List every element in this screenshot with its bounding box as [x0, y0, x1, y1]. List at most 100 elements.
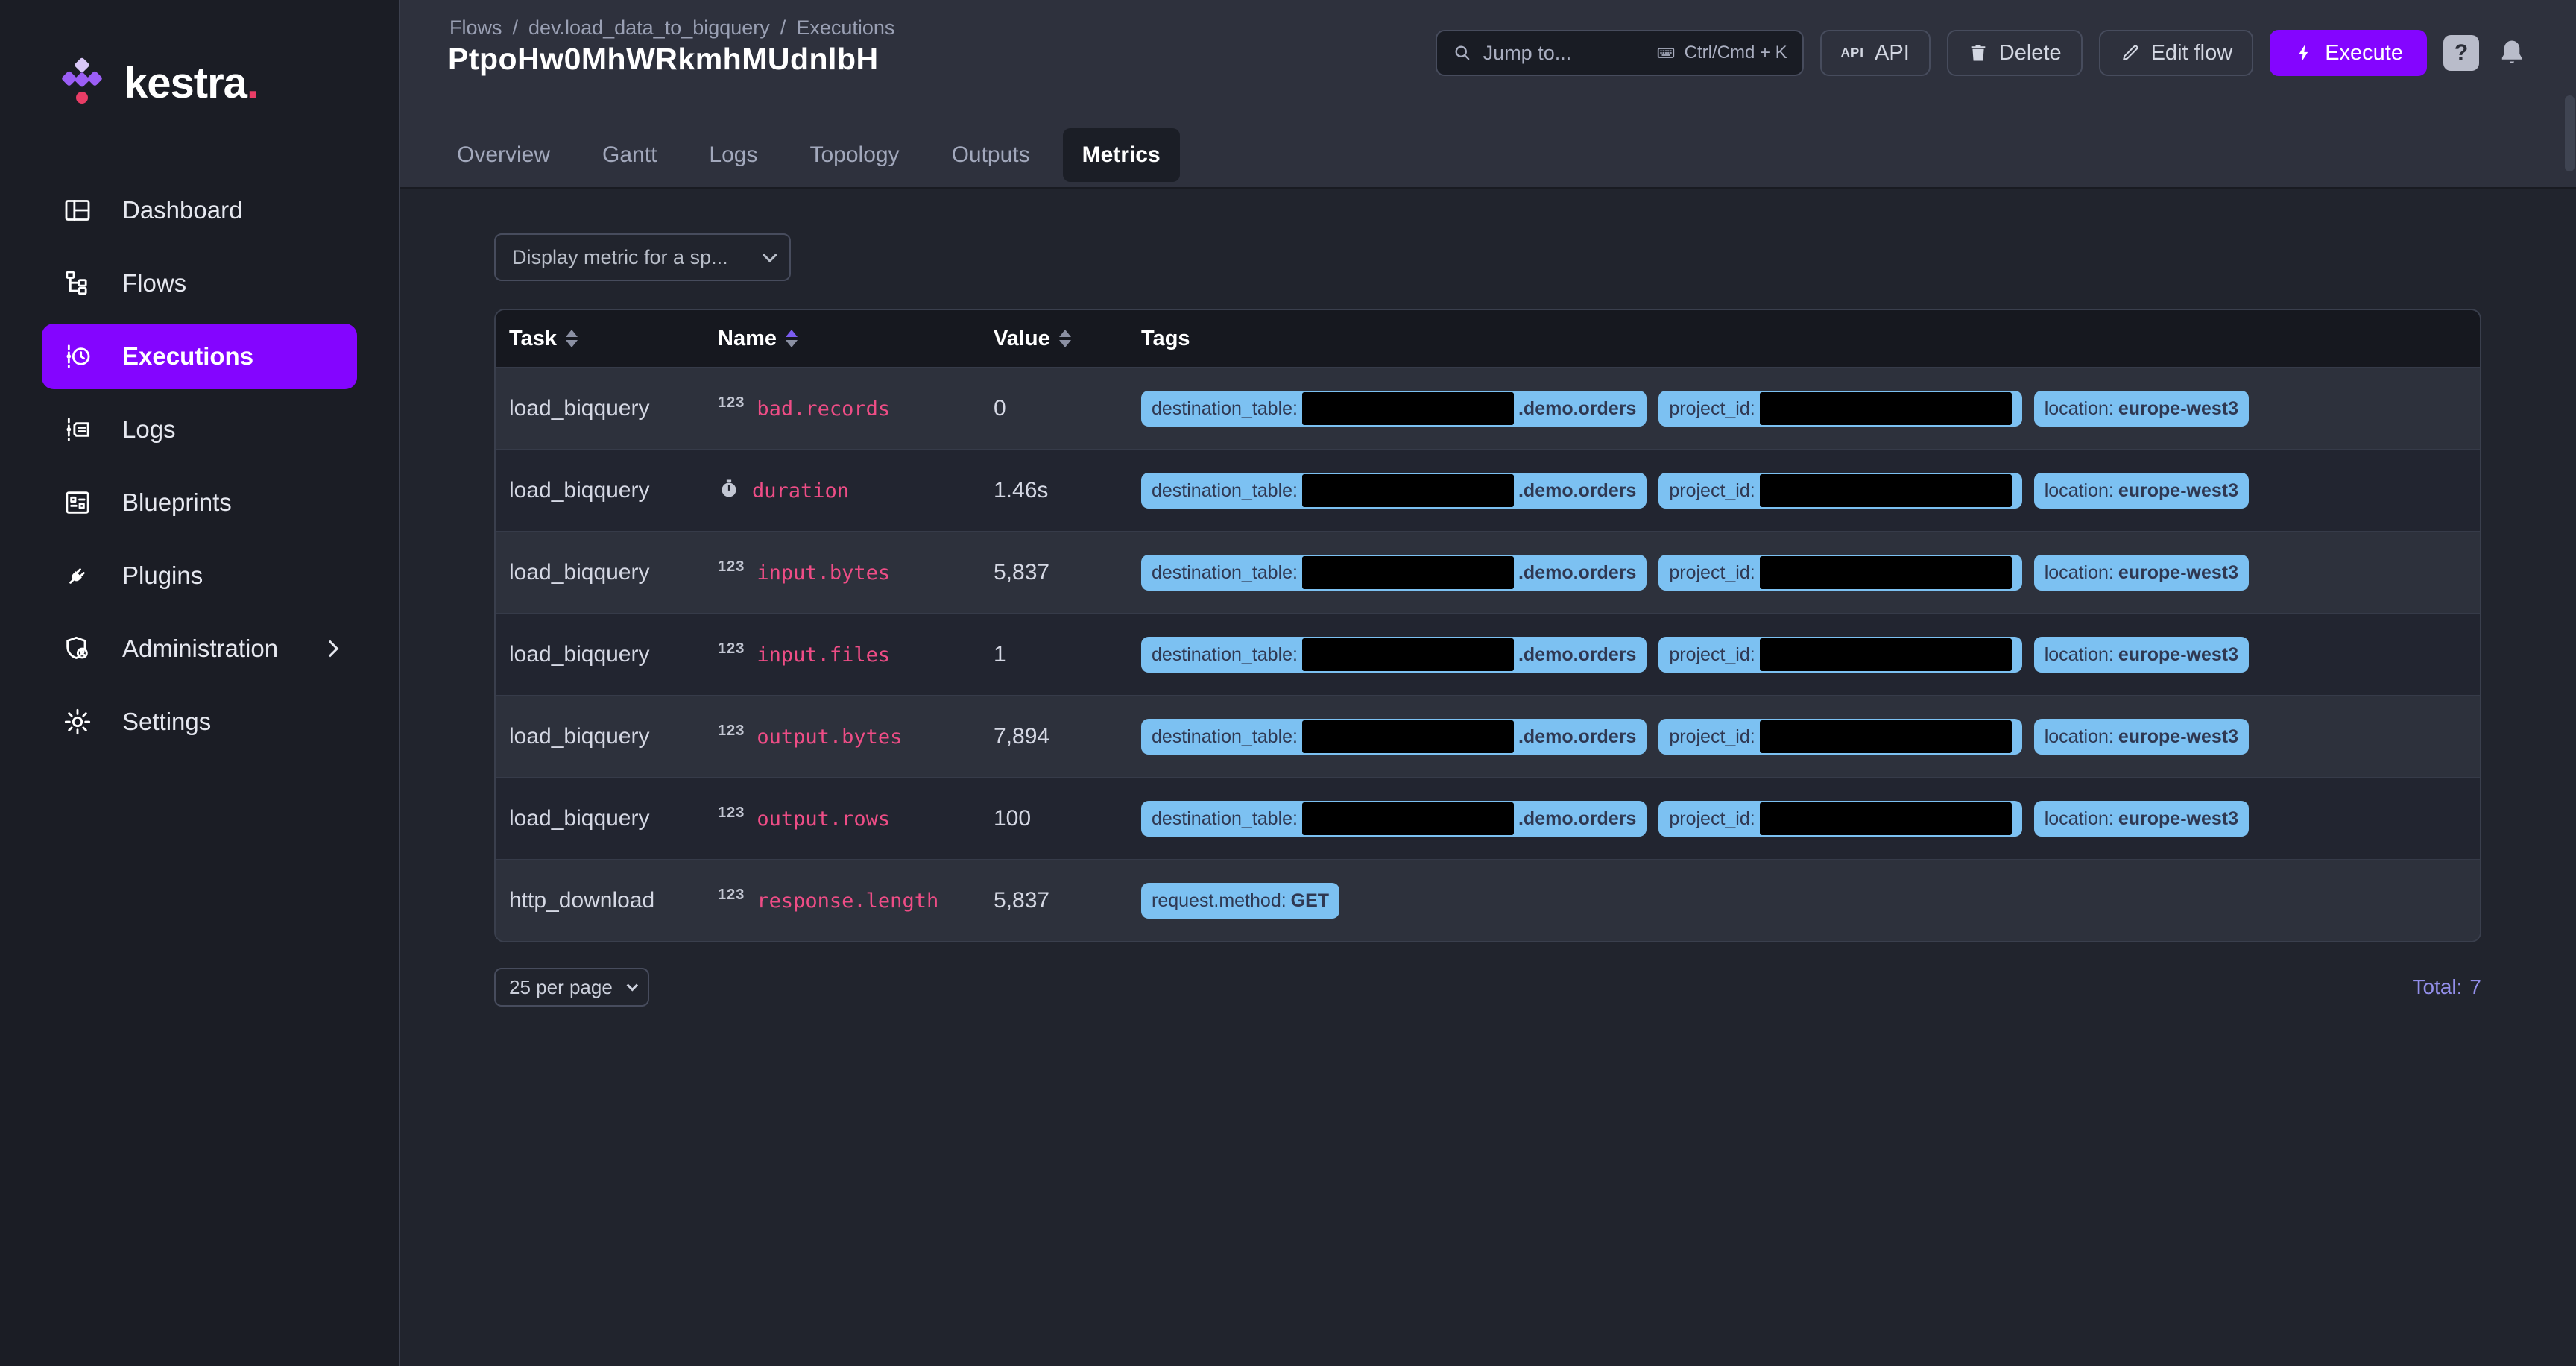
- logo-text: kestra.: [124, 58, 258, 108]
- table-row: load_biqquery 123 input.files 1 destinat…: [496, 613, 2480, 695]
- tag-location: location:europe-west3: [2034, 473, 2249, 509]
- api-button[interactable]: API API: [1820, 30, 1931, 76]
- notifications-button[interactable]: [2496, 37, 2528, 69]
- column-header-task[interactable]: Task: [496, 310, 704, 367]
- column-header-name[interactable]: Name: [704, 310, 980, 367]
- help-button[interactable]: ?: [2443, 35, 2479, 71]
- tag-destination-table: destination_table:.demo.orders: [1141, 473, 1647, 509]
- redaction-box: [1760, 474, 2012, 507]
- metric-value: 1: [994, 642, 1006, 667]
- sidebar-item-label: Plugins: [122, 561, 203, 590]
- metric-value: 5,837: [994, 888, 1049, 913]
- sort-icon: [1059, 330, 1071, 347]
- numeric-metric-icon: 123: [718, 394, 745, 412]
- metric-name: duration: [752, 479, 849, 503]
- sidebar-item-label: Administration: [122, 635, 278, 663]
- metric-value: 100: [994, 806, 1031, 831]
- breadcrumb-separator: /: [513, 16, 519, 40]
- column-header-tags: Tags: [1128, 310, 2480, 367]
- tab-topology[interactable]: Topology: [790, 128, 918, 182]
- plugins-icon: [63, 561, 92, 591]
- column-header-value[interactable]: Value: [980, 310, 1128, 367]
- chevron-down-icon: [627, 979, 639, 991]
- table-row: load_biqquery 123 output.bytes 7,894 des…: [496, 695, 2480, 777]
- table-row: load_biqquery 123 input.bytes 5,837 dest…: [496, 531, 2480, 613]
- chevron-right-icon: [322, 640, 339, 658]
- sidebar: kestra. Dashboard Flows: [0, 0, 400, 1366]
- logs-icon: [63, 415, 92, 444]
- total-count: Total:7: [2412, 975, 2481, 999]
- table-row: http_download 123 response.length 5,837 …: [496, 859, 2480, 941]
- tab-gantt[interactable]: Gantt: [583, 128, 676, 182]
- redaction-box: [1302, 802, 1514, 835]
- tab-overview[interactable]: Overview: [438, 128, 569, 182]
- timer-metric-icon: [718, 479, 740, 502]
- breadcrumb-flows[interactable]: Flows: [449, 16, 502, 40]
- tag-request-method: request.method:GET: [1141, 883, 1339, 919]
- task-id: load_biqquery: [509, 396, 649, 421]
- bell-icon: [2496, 37, 2528, 69]
- per-page-select[interactable]: 25 per page: [494, 968, 649, 1007]
- keyboard-icon: [1656, 43, 1676, 63]
- tag-location: location:europe-west3: [2034, 555, 2249, 591]
- task-id: http_download: [509, 888, 654, 913]
- breadcrumb-separator: /: [780, 16, 786, 40]
- breadcrumb-flow-id[interactable]: dev.load_data_to_bigquery: [528, 16, 770, 40]
- breadcrumb-executions[interactable]: Executions: [796, 16, 894, 40]
- tag-destination-table: destination_table:.demo.orders: [1141, 391, 1647, 427]
- sidebar-item-executions[interactable]: Executions: [42, 324, 357, 389]
- tag-location: location:europe-west3: [2034, 391, 2249, 427]
- sidebar-item-settings[interactable]: Settings: [42, 689, 357, 755]
- sidebar-nav: Dashboard Flows: [0, 177, 399, 755]
- tag-destination-table: destination_table:.demo.orders: [1141, 555, 1647, 591]
- execute-button[interactable]: Execute: [2270, 30, 2427, 76]
- tab-metrics[interactable]: Metrics: [1063, 128, 1180, 182]
- redaction-box: [1302, 720, 1514, 753]
- trash-icon: [1968, 43, 1989, 63]
- tag-project-id: project_id:: [1658, 473, 2021, 509]
- metrics-content: Display metric for a sp... Task Name: [400, 189, 2576, 1007]
- metric-name: output.rows: [757, 808, 890, 831]
- page-title: PtpoHw0MhWRkmhMUdnlbH: [448, 42, 879, 77]
- sidebar-item-label: Blueprints: [122, 488, 232, 517]
- numeric-metric-icon: 123: [718, 805, 745, 822]
- redaction-box: [1760, 556, 2012, 589]
- metric-filter-select[interactable]: Display metric for a sp...: [494, 233, 791, 281]
- sidebar-item-blueprints[interactable]: Blueprints: [42, 470, 357, 535]
- redaction-box: [1302, 638, 1514, 671]
- task-id: load_biqquery: [509, 724, 649, 749]
- edit-flow-button[interactable]: Edit flow: [2099, 30, 2254, 76]
- sidebar-item-dashboard[interactable]: Dashboard: [42, 177, 357, 243]
- sidebar-item-plugins[interactable]: Plugins: [42, 543, 357, 608]
- tab-outputs[interactable]: Outputs: [932, 128, 1049, 182]
- metrics-table: Task Name Value Tags: [494, 309, 2481, 942]
- numeric-metric-icon: 123: [718, 887, 745, 904]
- tab-logs[interactable]: Logs: [689, 128, 777, 182]
- sidebar-item-flows[interactable]: Flows: [42, 251, 357, 316]
- task-id: load_biqquery: [509, 560, 649, 585]
- table-row: load_biqquery 123 output.rows 100 destin…: [496, 777, 2480, 859]
- kestra-logo-icon: [58, 55, 106, 110]
- metric-name: input.bytes: [757, 561, 890, 585]
- table-header-row: Task Name Value Tags: [496, 310, 2480, 367]
- table-row: load_biqquery 123 bad.records 0 destinat…: [496, 367, 2480, 449]
- sidebar-item-logs[interactable]: Logs: [42, 397, 357, 462]
- tag-project-id: project_id:: [1658, 719, 2021, 755]
- sidebar-item-administration[interactable]: Administration: [42, 616, 357, 682]
- tag-destination-table: destination_table:.demo.orders: [1141, 719, 1647, 755]
- sidebar-item-label: Flows: [122, 269, 186, 298]
- metric-value: 5,837: [994, 560, 1049, 585]
- redaction-box: [1760, 392, 2012, 425]
- administration-icon: [63, 634, 92, 664]
- flows-icon: [63, 268, 92, 298]
- tag-project-id: project_id:: [1658, 555, 2021, 591]
- kestra-logo[interactable]: kestra.: [0, 0, 399, 110]
- delete-button[interactable]: Delete: [1947, 30, 2083, 76]
- tag-location: location:europe-west3: [2034, 801, 2249, 837]
- pencil-icon: [2120, 43, 2141, 63]
- metric-name: bad.records: [757, 397, 890, 421]
- search-input[interactable]: Jump to... Ctrl/Cmd + K: [1436, 30, 1804, 76]
- numeric-metric-icon: 123: [718, 558, 745, 576]
- scrollbar-thumb[interactable]: [2565, 95, 2575, 171]
- scrollbar[interactable]: [2563, 0, 2576, 1366]
